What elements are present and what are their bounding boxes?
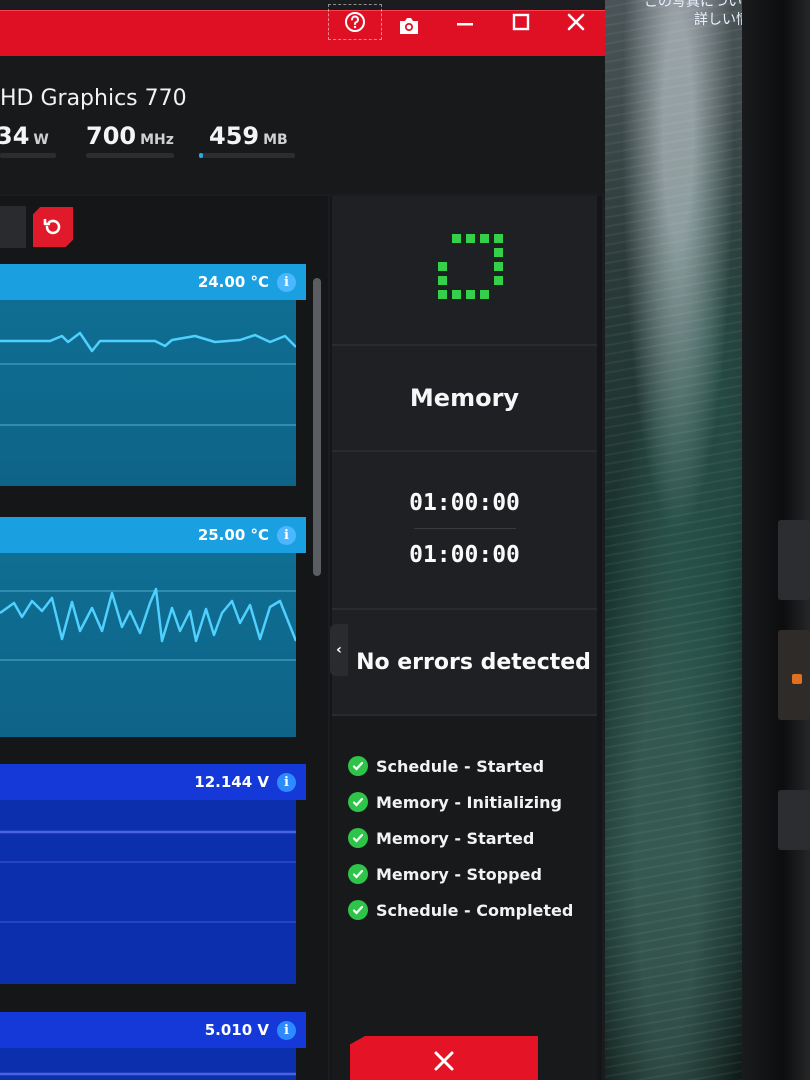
log-text: Schedule - Started bbox=[376, 756, 545, 776]
sensor-reading: 5.010 V bbox=[204, 1021, 269, 1039]
time-total: 01:00:00 bbox=[409, 542, 520, 568]
check-circle-icon bbox=[348, 792, 368, 812]
log-entry: Memory - Started bbox=[348, 828, 534, 848]
collapse-button[interactable]: ‹ bbox=[330, 624, 348, 676]
sensor-reading: 25.00 °C bbox=[197, 526, 269, 544]
check-circle-icon bbox=[348, 828, 368, 848]
sensor-reading: 24.00 °C bbox=[197, 273, 269, 291]
status-text: No errors detected bbox=[356, 649, 591, 675]
memory-stat: 459 MB bbox=[209, 122, 288, 150]
sensor-graph bbox=[0, 1048, 296, 1080]
power-stat: 34 W bbox=[0, 122, 49, 150]
log-entry: Memory - Stopped bbox=[348, 864, 542, 884]
log-entry: Schedule - Completed bbox=[348, 900, 573, 920]
monitor-power-button bbox=[778, 630, 810, 720]
clock-stat: 700 MHz bbox=[86, 122, 174, 150]
test-icon-cell bbox=[332, 196, 597, 346]
power-value: 34 bbox=[0, 122, 30, 150]
log-text: Schedule - Completed bbox=[376, 900, 574, 920]
camera-icon bbox=[400, 18, 418, 34]
info-icon[interactable]: i bbox=[277, 772, 296, 792]
minimize-button[interactable] bbox=[442, 2, 488, 42]
monitor-button bbox=[778, 520, 810, 600]
test-title-cell: Memory bbox=[332, 346, 597, 452]
log-text: Memory - Initializing bbox=[376, 792, 562, 812]
gpu-name: HD Graphics 770 bbox=[0, 86, 187, 111]
event-log: Schedule - Started Memory - Initializing… bbox=[332, 716, 597, 1080]
info-icon[interactable]: i bbox=[277, 272, 296, 292]
power-unit: W bbox=[33, 132, 49, 148]
sensor-reading: 12.144 V bbox=[194, 773, 269, 791]
monitor-button bbox=[778, 790, 810, 850]
stop-test-button[interactable] bbox=[350, 1036, 538, 1080]
sensor-graph bbox=[0, 800, 296, 984]
sensor-header: 12.144 V i bbox=[0, 764, 306, 800]
time-elapsed: 01:00:00 bbox=[409, 490, 520, 516]
test-title: Memory bbox=[409, 384, 520, 412]
close-icon bbox=[567, 13, 585, 31]
minimize-icon bbox=[457, 23, 473, 26]
info-icon[interactable]: i bbox=[277, 525, 296, 545]
sensor-graph bbox=[0, 300, 296, 486]
log-entry: Memory - Initializing bbox=[348, 792, 562, 812]
sensor-graph bbox=[0, 553, 296, 737]
close-icon bbox=[434, 1051, 454, 1071]
status-cell: No errors detected bbox=[332, 610, 597, 716]
maximize-button[interactable] bbox=[498, 2, 544, 42]
toolbar-button[interactable] bbox=[0, 206, 26, 248]
sensor-header: 5.010 V i bbox=[0, 1012, 306, 1048]
check-circle-icon bbox=[348, 864, 368, 884]
close-button[interactable] bbox=[553, 2, 599, 42]
sensor-scrollbar[interactable] bbox=[313, 278, 321, 576]
reset-button[interactable] bbox=[33, 207, 73, 247]
divider bbox=[414, 528, 516, 529]
help-button[interactable] bbox=[328, 4, 382, 40]
clock-value: 700 bbox=[86, 122, 137, 150]
check-circle-icon bbox=[348, 900, 368, 920]
timer-cell: 01:00:00 01:00:00 bbox=[332, 452, 597, 610]
clock-unit: MHz bbox=[140, 132, 174, 148]
memory-bar bbox=[199, 153, 295, 158]
clock-bar bbox=[86, 153, 174, 158]
memory-value: 459 bbox=[209, 122, 260, 150]
sensor-header: 25.00 °C i bbox=[0, 517, 306, 553]
info-icon[interactable]: i bbox=[277, 1020, 296, 1040]
check-circle-icon bbox=[348, 756, 368, 776]
app-window: HD Graphics 770 34 W 700 MHz 459 MB 24.00 °… bbox=[0, 0, 605, 1080]
log-text: Memory - Stopped bbox=[376, 864, 542, 884]
log-text: Memory - Started bbox=[376, 828, 535, 848]
reset-icon bbox=[43, 219, 61, 235]
log-entry: Schedule - Started bbox=[348, 756, 544, 776]
screenshot-button[interactable] bbox=[386, 6, 432, 46]
maximize-icon bbox=[512, 13, 530, 31]
chevron-left-icon: ‹ bbox=[336, 642, 342, 658]
sensor-header: 24.00 °C i bbox=[0, 264, 306, 300]
memory-test-icon bbox=[438, 234, 503, 299]
memory-unit: MB bbox=[263, 132, 288, 148]
power-bar bbox=[0, 153, 56, 158]
question-circle-icon bbox=[345, 12, 365, 32]
